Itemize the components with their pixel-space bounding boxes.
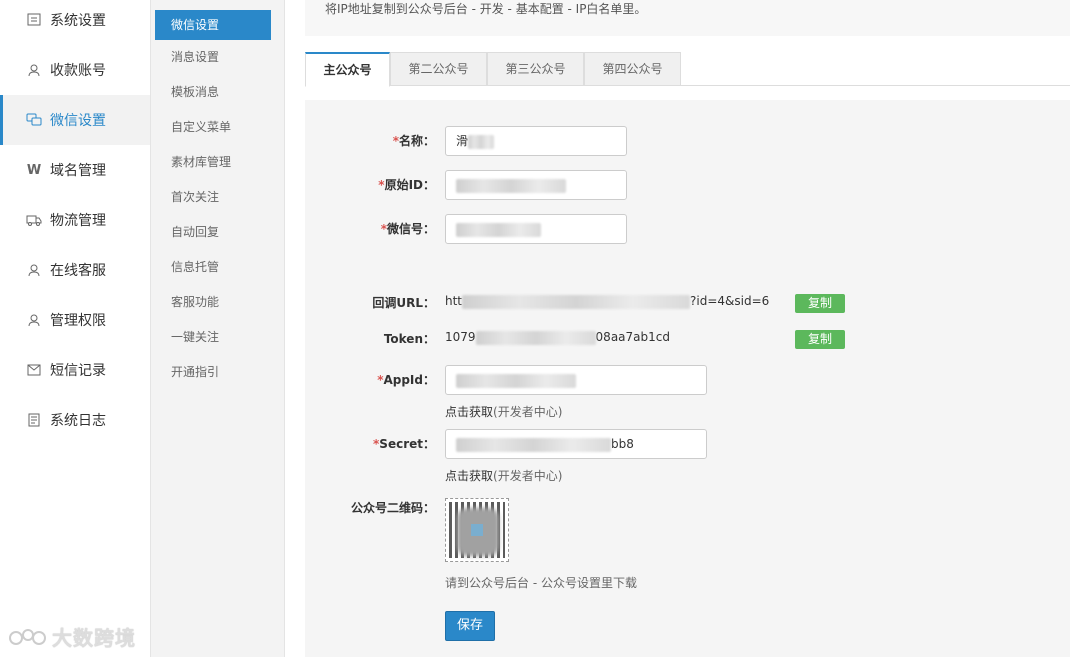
subnav-first-follow[interactable]: 首次关注 xyxy=(155,180,271,215)
nav-label: 系统日志 xyxy=(50,413,106,429)
watermark-logo-icon xyxy=(9,628,46,645)
nav-label: 系统设置 xyxy=(50,13,106,29)
name-label: *名称： xyxy=(392,134,435,148)
settings-form: *名称： 滑 *原始ID： *微信号： 回调URL： htt ?id=4&sid=… xyxy=(305,100,1070,657)
tab-second-account[interactable]: 第二公众号 xyxy=(390,52,487,86)
save-button[interactable]: 保存 xyxy=(445,611,495,641)
qr-code-upload[interactable] xyxy=(445,498,509,562)
nav-admin-permissions[interactable]: 管理权限 xyxy=(0,295,150,345)
appid-label: *AppId： xyxy=(377,373,435,387)
ip-whitelist-tip: 将IP地址复制到公众号后台 - 开发 - 基本配置 - IP白名单里。 xyxy=(305,0,1070,36)
w-domain-icon: W xyxy=(26,162,42,178)
log-icon xyxy=(26,412,42,428)
nav-label: 物流管理 xyxy=(50,213,106,229)
nav-system-settings[interactable]: 系统设置 xyxy=(0,0,150,45)
nav-sms-records[interactable]: 短信记录 xyxy=(0,345,150,395)
subnav-service-functions[interactable]: 客服功能 xyxy=(155,285,271,320)
subnav-template-messages[interactable]: 模板消息 xyxy=(155,75,271,110)
admin-icon xyxy=(26,312,42,328)
subnav-auto-reply[interactable]: 自动回复 xyxy=(155,215,271,250)
appid-input[interactable] xyxy=(445,365,707,395)
secret-input[interactable]: bb8 xyxy=(445,429,707,459)
subnav-custom-menu[interactable]: 自定义菜单 xyxy=(155,110,271,145)
qr-label: 公众号二维码： xyxy=(350,501,435,515)
tab-third-account[interactable]: 第三公众号 xyxy=(487,52,584,86)
appid-get-link[interactable]: 点击获取 xyxy=(445,405,493,419)
secret-get-link[interactable]: 点击获取 xyxy=(445,469,493,483)
secondary-sidebar: 微信设置 消息设置 模板消息 自定义菜单 素材库管理 首次关注 自动回复 信息托… xyxy=(151,0,285,657)
mail-icon xyxy=(26,362,42,378)
truck-icon xyxy=(26,212,42,228)
nav-label: 短信记录 xyxy=(50,363,106,379)
appid-hint: 点击获取(开发者中心) xyxy=(445,405,563,419)
subnav-info-hosting[interactable]: 信息托管 xyxy=(155,250,271,285)
nav-label: 收款账号 xyxy=(50,63,106,79)
secret-label: *Secret： xyxy=(373,437,435,451)
subnav-setup-guide[interactable]: 开通指引 xyxy=(155,355,271,390)
subnav-one-click-follow[interactable]: 一键关注 xyxy=(155,320,271,355)
nav-label: 域名管理 xyxy=(50,163,106,179)
qr-hint: 请到公众号后台 - 公众号设置里下载 xyxy=(445,576,637,590)
tab-fourth-account[interactable]: 第四公众号 xyxy=(584,52,681,86)
main-content: 将IP地址复制到公众号后台 - 开发 - 基本配置 - IP白名单里。 主公众号… xyxy=(285,0,1070,657)
tab-main-account[interactable]: 主公众号 xyxy=(305,52,390,87)
nav-label: 管理权限 xyxy=(50,313,106,329)
support-icon xyxy=(26,262,42,278)
callback-url-label: 回调URL： xyxy=(372,296,435,310)
nav-domain-management[interactable]: W 域名管理 xyxy=(0,145,150,195)
wechat-id-label: *微信号： xyxy=(380,222,435,236)
copy-token-button[interactable]: 复制 xyxy=(795,330,845,349)
nav-online-support[interactable]: 在线客服 xyxy=(0,245,150,295)
settings-icon xyxy=(26,12,42,28)
nav-label: 在线客服 xyxy=(50,263,106,279)
subnav-wechat-settings[interactable]: 微信设置 xyxy=(155,10,271,40)
copy-callback-button[interactable]: 复制 xyxy=(795,294,845,313)
nav-logistics[interactable]: 物流管理 xyxy=(0,195,150,245)
qr-code-image xyxy=(449,502,505,558)
wechat-id-input[interactable] xyxy=(445,214,627,244)
origin-id-label: *原始ID： xyxy=(378,178,435,192)
primary-sidebar: 系统设置 收款账号 微信设置 W 域名管理 物流管理 在线客服 管理权限 短信记… xyxy=(0,0,151,657)
callback-url-value: htt ?id=4&sid=6 xyxy=(445,294,770,309)
subnav-message-settings[interactable]: 消息设置 xyxy=(155,40,271,75)
name-input[interactable]: 滑 xyxy=(445,126,627,156)
nav-payment-accounts[interactable]: 收款账号 xyxy=(0,45,150,95)
nav-label: 微信设置 xyxy=(50,113,106,129)
user-icon xyxy=(26,62,42,78)
token-value: 1079 08aa7ab1cd xyxy=(445,330,670,345)
watermark: 大数跨境 xyxy=(8,622,136,651)
subnav-material-library[interactable]: 素材库管理 xyxy=(155,145,271,180)
account-tabs: 主公众号 第二公众号 第三公众号 第四公众号 xyxy=(305,52,1070,87)
nav-wechat-settings[interactable]: 微信设置 xyxy=(0,95,150,145)
token-label: Token： xyxy=(383,332,435,346)
wechat-icon xyxy=(26,112,42,128)
origin-id-input[interactable] xyxy=(445,170,627,200)
nav-system-log[interactable]: 系统日志 xyxy=(0,395,150,445)
secret-hint: 点击获取(开发者中心) xyxy=(445,469,563,483)
